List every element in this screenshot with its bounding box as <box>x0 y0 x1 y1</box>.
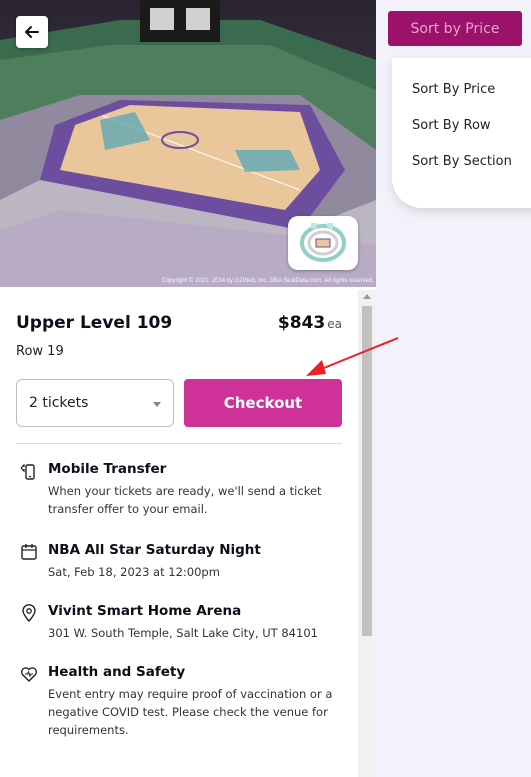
arrow-left-icon <box>25 26 39 38</box>
info-event: NBA All Star Saturday Night Sat, Feb 18,… <box>16 542 346 581</box>
ticket-quantity-value: 2 tickets <box>29 395 89 411</box>
calendar-icon <box>21 544 37 560</box>
listing-detail-panel: Copyright © 2021. 2014 by G2Web, Inc. DB… <box>0 0 376 777</box>
seat-map-thumbnail[interactable] <box>288 216 358 270</box>
sort-option-row[interactable]: Sort By Row <box>412 118 491 133</box>
heart-health-icon <box>20 667 38 682</box>
sort-by-price-button[interactable]: Sort by Price <box>388 11 522 46</box>
info-venue: Vivint Smart Home Arena 301 W. South Tem… <box>16 603 346 642</box>
divider <box>16 443 342 444</box>
listing-title-row: Upper Level 109 $843 ea <box>16 313 342 333</box>
scroll-up-arrow-icon[interactable] <box>363 294 371 299</box>
info-text: When your tickets are ready, we'll send … <box>48 484 322 516</box>
info-text: Event entry may require proof of vaccina… <box>48 687 333 737</box>
info-title: Mobile Transfer <box>48 461 167 477</box>
info-title: NBA All Star Saturday Night <box>48 542 261 558</box>
info-mobile-transfer: Mobile Transfer When your tickets are re… <box>16 461 346 518</box>
back-button[interactable] <box>16 16 48 48</box>
chevron-down-icon <box>153 402 161 407</box>
section-title: Upper Level 109 <box>16 313 173 333</box>
location-pin-icon <box>22 604 36 622</box>
image-copyright: Copyright © 2021. 2014 by G2Web, Inc. DB… <box>161 278 374 284</box>
annotation-arrow <box>306 337 399 376</box>
ticket-quantity-select[interactable]: 2 tickets <box>16 379 174 427</box>
info-health-safety: Health and Safety Event entry may requir… <box>16 664 346 739</box>
info-title: Vivint Smart Home Arena <box>48 603 242 619</box>
checkout-button[interactable]: Checkout <box>184 379 342 427</box>
info-text: 301 W. South Temple, Salt Lake City, UT … <box>48 626 318 640</box>
info-text: Sat, Feb 18, 2023 at 12:00pm <box>48 565 220 579</box>
sort-dropdown-menu: Sort By Price Sort By Row Sort By Sectio… <box>392 58 531 208</box>
seat-map-icon <box>300 223 346 262</box>
price-unit: ea <box>327 317 342 331</box>
arena-view-image: Copyright © 2021. 2014 by G2Web, Inc. DB… <box>0 0 376 287</box>
phone-transfer-icon <box>20 463 35 480</box>
info-title: Health and Safety <box>48 664 186 680</box>
sort-option-section[interactable]: Sort By Section <box>412 154 512 169</box>
row-label: Row 19 <box>16 344 64 359</box>
sort-option-price[interactable]: Sort By Price <box>412 82 495 97</box>
